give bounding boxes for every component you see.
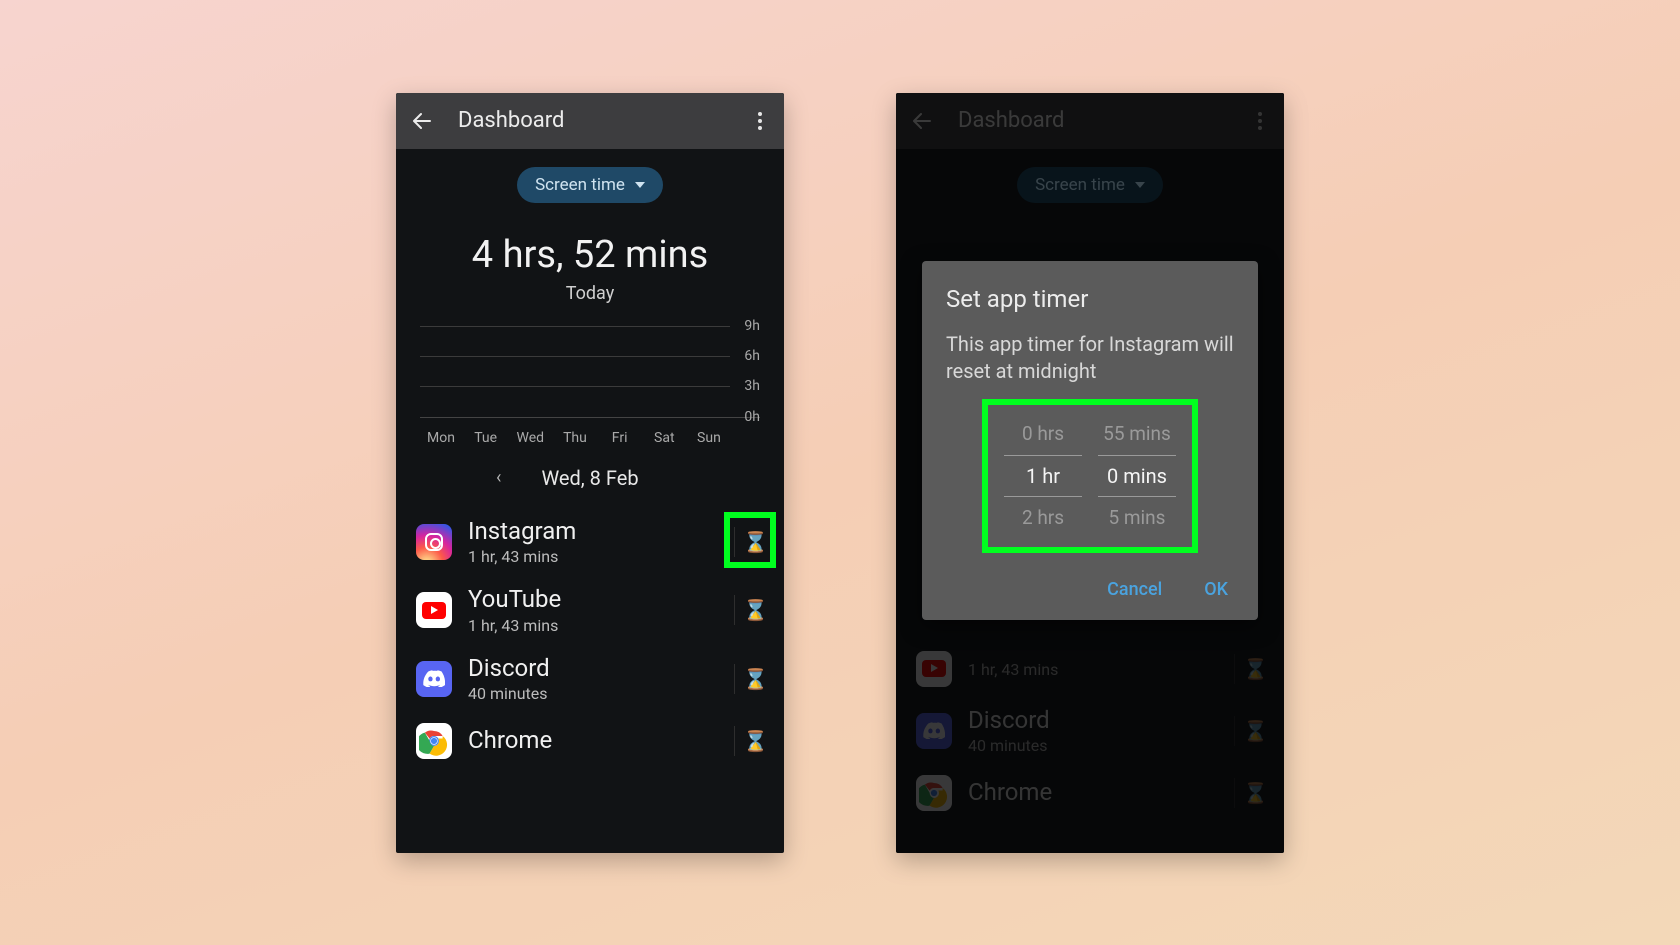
list-item[interactable]: Instagram 1 hr, 43 mins ⌛: [396, 508, 784, 577]
app-usage-list: Instagram 1 hr, 43 mins ⌛ YouTube 1 hr, …: [396, 508, 784, 770]
minutes-wheel[interactable]: 55 mins 0 mins 5 mins: [1098, 413, 1176, 539]
chevron-down-icon: [635, 182, 645, 188]
app-bar: Dashboard: [396, 93, 784, 149]
usage-bar-chart: 9h 6h 3h 0h Mon Tue Wed Thu Fri Sat Sun: [420, 326, 760, 446]
set-app-timer-dialog: Set app timer This app timer for Instagr…: [922, 261, 1258, 620]
selected-date: Wed, 8 Feb: [541, 466, 638, 490]
metric-selector-label: Screen time: [535, 175, 625, 195]
dialog-body: This app timer for Instagram will reset …: [946, 331, 1234, 385]
instagram-icon: [416, 524, 452, 560]
app-name: Instagram: [468, 518, 710, 546]
set-timer-button[interactable]: ⌛: [734, 595, 764, 625]
app-time: 40 minutes: [468, 684, 710, 703]
screenshot-left: Dashboard Screen time 4 hrs, 52 mins Tod…: [396, 93, 784, 853]
hourglass-icon: ⌛: [743, 667, 768, 691]
youtube-icon: [416, 592, 452, 628]
app-name: Chrome: [468, 727, 710, 755]
back-icon[interactable]: [408, 109, 436, 133]
list-item[interactable]: Chrome ⌛: [396, 713, 784, 769]
set-timer-button[interactable]: ⌛: [734, 726, 764, 756]
dialog-title: Set app timer: [946, 285, 1234, 313]
app-name: YouTube: [468, 586, 710, 614]
app-name: Discord: [468, 655, 710, 683]
hours-wheel[interactable]: 0 hrs 1 hr 2 hrs: [1004, 413, 1082, 539]
time-picker[interactable]: 0 hrs 1 hr 2 hrs 55 mins 0 mins 5 mins: [992, 413, 1188, 539]
total-screen-time: 4 hrs, 52 mins: [396, 233, 784, 277]
page-title: Dashboard: [458, 108, 748, 133]
app-time: 1 hr, 43 mins: [468, 547, 710, 566]
set-timer-button[interactable]: ⌛: [734, 664, 764, 694]
set-timer-button[interactable]: ⌛: [734, 527, 764, 557]
discord-icon: [416, 661, 452, 697]
prev-day-icon[interactable]: ‹: [496, 467, 501, 488]
date-navigator: ‹ Wed, 8 Feb ›: [396, 466, 784, 490]
overflow-menu-icon[interactable]: [748, 109, 772, 133]
ok-button[interactable]: OK: [1198, 571, 1234, 608]
metric-selector[interactable]: Screen time: [517, 167, 663, 203]
cancel-button[interactable]: Cancel: [1101, 571, 1168, 608]
list-item[interactable]: YouTube 1 hr, 43 mins ⌛: [396, 576, 784, 645]
chrome-icon: [416, 723, 452, 759]
today-label: Today: [396, 283, 784, 304]
hourglass-icon: ⌛: [743, 530, 768, 554]
hourglass-icon: ⌛: [743, 729, 768, 753]
app-time: 1 hr, 43 mins: [468, 616, 710, 635]
list-item[interactable]: Discord 40 minutes ⌛: [396, 645, 784, 714]
screenshot-right: Dashboard Screen time 1 hr, 43 mins ⌛ Di…: [896, 93, 1284, 853]
hourglass-icon: ⌛: [743, 598, 768, 622]
